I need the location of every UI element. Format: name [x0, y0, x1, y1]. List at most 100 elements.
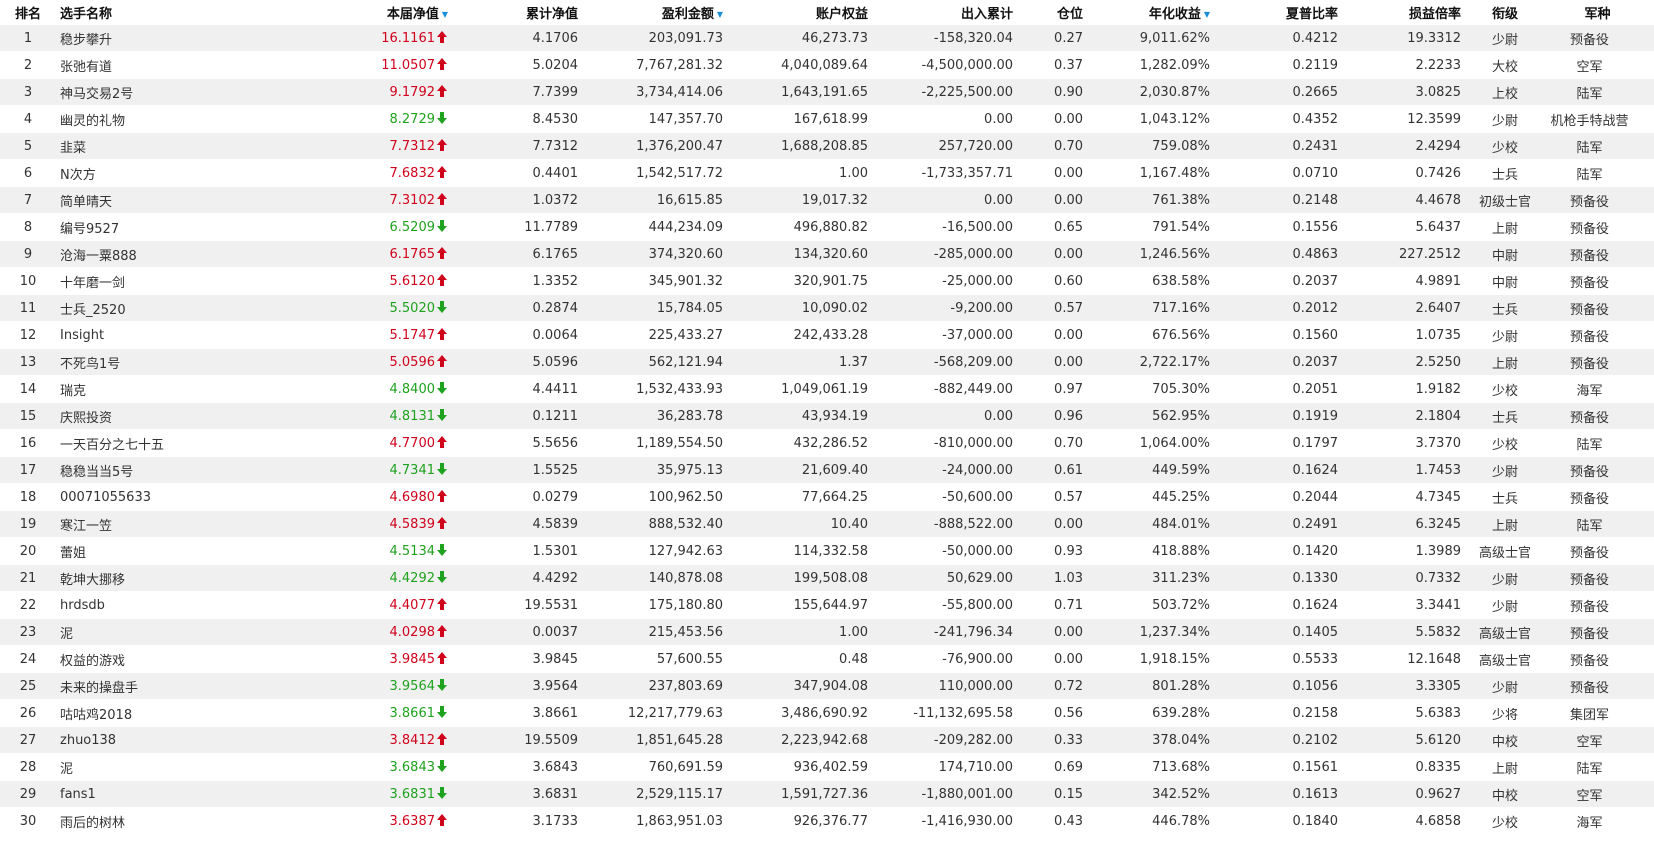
table-row[interactable]: 23 泥 4.0298 0.0037 215,453.56 1.00 -241,796.34…: [0, 618, 1654, 646]
table-row[interactable]: 5 韭菜 7.7312 7.7312 1,376,200.47 1,688,208.85 2…: [0, 132, 1654, 160]
header-annual[interactable]: 年化收益 ▼: [1091, 0, 1218, 25]
profit-cell: 888,532.40: [586, 510, 731, 538]
table-row[interactable]: 3 神马交易2号 9.1792 7.7399 3,734,414.06 1,643,191…: [0, 78, 1654, 106]
table-row[interactable]: 2 张弛有道 11.0507 5.0204 7,767,281.32 4,040,089.…: [0, 51, 1654, 79]
header-profit-label: 盈利金额: [661, 6, 714, 22]
table-row[interactable]: 19 寒江一笠 4.5839 4.5839 888,532.40 10.40 -888,52…: [0, 510, 1654, 538]
table-row[interactable]: 17 稳稳当当5号 4.7341 1.5525 35,975.13 21,609.40 -2…: [0, 456, 1654, 484]
player-name-cell[interactable]: 寒江一笠: [56, 510, 306, 538]
table-row[interactable]: 18 00071055633 4.6980 0.0279 100,962.50 77,66…: [0, 483, 1654, 511]
sharpe-cell: 0.2431: [1218, 132, 1346, 160]
weekly-nav-value: 3.6843: [389, 760, 436, 775]
arrow-up-icon: [435, 517, 448, 532]
sort-desc-icon[interactable]: ▼: [717, 10, 723, 19]
player-name-cell[interactable]: 庆熙投资: [56, 402, 306, 430]
rank-cell: 17: [0, 456, 56, 484]
player-name-cell[interactable]: 蕾姐: [56, 537, 306, 565]
table-row[interactable]: 21 乾坤大挪移 4.4292 4.4292 140,878.08 199,508.08 5…: [0, 564, 1654, 592]
position-cell: 0.00: [1021, 348, 1091, 376]
position-cell: 0.37: [1021, 51, 1091, 79]
annual-return-cell: 1,167.48%: [1091, 159, 1218, 187]
rank-cell: 13: [0, 348, 56, 376]
weekly-nav-cell: 5.0596: [306, 348, 456, 376]
player-name-cell[interactable]: 权益的游戏: [56, 645, 306, 673]
sort-desc-icon[interactable]: ▼: [1204, 10, 1210, 19]
table-row[interactable]: 16 一天百分之七十五 4.7700 5.5656 1,189,554.50 432,28…: [0, 429, 1654, 457]
player-name-cell[interactable]: zhuo138: [56, 726, 306, 754]
player-name-cell[interactable]: 泥: [56, 618, 306, 646]
arrow-up-icon: [435, 58, 448, 73]
annual-return-cell: 1,064.00%: [1091, 429, 1218, 457]
table-row[interactable]: 11 士兵_2520 5.5020 0.2874 15,784.05 10,090.02-…: [0, 294, 1654, 322]
player-name-cell[interactable]: N次方: [56, 159, 306, 187]
cum-nav-cell: 1.0372: [456, 186, 586, 214]
player-name-cell[interactable]: 00071055633: [56, 483, 306, 511]
table-row[interactable]: 20 蕾姐 4.5134 1.5301 127,942.63 114,332.58 -50,…: [0, 537, 1654, 565]
header-rank: 排名: [14, 6, 41, 22]
pl-ratio-cell: 19.3312: [1346, 24, 1469, 52]
profit-cell: 203,091.73: [586, 24, 731, 52]
table-row[interactable]: 24 权益的游戏 3.9845 3.9845 57,600.55 0.48 -76,900.…: [0, 645, 1654, 673]
player-name-cell[interactable]: 咕咕鸡2018: [56, 699, 306, 727]
table-row[interactable]: 15 庆熙投资 4.8131 0.1211 36,283.78 43,934.19 0.00…: [0, 402, 1654, 430]
table-row[interactable]: 27 zhuo138 3.8412 19.5509 1,851,645.28 2,223,…: [0, 726, 1654, 754]
sort-desc-icon[interactable]: ▼: [442, 10, 448, 19]
player-name-cell[interactable]: 韭菜: [56, 132, 306, 160]
player-name-cell[interactable]: 瑞克: [56, 375, 306, 403]
equity-cell: 10,090.02: [731, 294, 876, 322]
player-name-cell[interactable]: 泥: [56, 753, 306, 781]
branch-cell: 预备役: [1541, 537, 1654, 565]
rank-cell: 25: [0, 672, 56, 700]
player-name-cell[interactable]: hrdsdb: [56, 591, 306, 619]
player-name-cell[interactable]: 乾坤大挪移: [56, 564, 306, 592]
profit-cell: 35,975.13: [586, 456, 731, 484]
player-name-cell[interactable]: 稳步攀升: [56, 24, 306, 52]
table-row[interactable]: 4 幽灵的礼物 8.2729 8.4530 147,357.70 167,618.99 0.…: [0, 105, 1654, 133]
table-row[interactable]: 30 雨后的树林 3.6387 3.1733 1,863,951.03 926,376.7…: [0, 807, 1654, 834]
annual-return-cell: 713.68%: [1091, 753, 1218, 781]
table-row[interactable]: 6 N次方 7.6832 0.4401 1,542,517.72 1.00 -1,733,3…: [0, 159, 1654, 187]
table-row[interactable]: 26 咕咕鸡2018 3.8661 3.8661 12,217,779.63 3,486,…: [0, 699, 1654, 727]
table-row[interactable]: 1 稳步攀升 16.1161 4.1706 203,091.73 46,273.73 -15…: [0, 24, 1654, 52]
player-name-cell[interactable]: 不死鸟1号: [56, 348, 306, 376]
rank-title-cell: 少尉: [1469, 564, 1541, 592]
table-row[interactable]: 7 简单晴天 7.3102 1.0372 16,615.85 19,017.32 0.00 0…: [0, 186, 1654, 214]
player-name-cell[interactable]: 沧海一粟888: [56, 240, 306, 268]
table-row[interactable]: 8 编号9527 6.5209 11.7789 444,234.09 496,880.82…: [0, 213, 1654, 241]
header-profit[interactable]: 盈利金额 ▼: [586, 0, 731, 25]
header-equity: 账户权益: [815, 6, 868, 22]
player-name-cell[interactable]: 士兵_2520: [56, 294, 306, 322]
table-row[interactable]: 29 fans1 3.6831 3.6831 2,529,115.17 1,591,727…: [0, 780, 1654, 808]
pl-ratio-cell: 2.5250: [1346, 348, 1469, 376]
player-name-cell[interactable]: 简单晴天: [56, 186, 306, 214]
table-row[interactable]: 10 十年磨一剑 5.6120 1.3352 345,901.32 320,901.75-…: [0, 267, 1654, 295]
profit-cell: 760,691.59: [586, 753, 731, 781]
player-name-cell[interactable]: 稳稳当当5号: [56, 456, 306, 484]
player-name-cell[interactable]: 幽灵的礼物: [56, 105, 306, 133]
sharpe-cell: 0.4863: [1218, 240, 1346, 268]
player-name-cell[interactable]: 十年磨一剑: [56, 267, 306, 295]
io-cell: -158,320.04: [876, 24, 1021, 52]
table-row[interactable]: 12 Insight 5.1747 0.0064 225,433.27 242,433.2…: [0, 321, 1654, 349]
profit-cell: 2,529,115.17: [586, 780, 731, 808]
player-name-cell[interactable]: fans1: [56, 780, 306, 808]
player-name-cell[interactable]: 张弛有道: [56, 51, 306, 79]
player-name-cell[interactable]: Insight: [56, 321, 306, 349]
table-row[interactable]: 22 hrdsdb 4.4077 19.5531 175,180.80 155,644.9…: [0, 591, 1654, 619]
position-cell: 0.00: [1021, 618, 1091, 646]
table-row[interactable]: 14 瑞克 4.8400 4.4411 1,532,433.93 1,049,061.19…: [0, 375, 1654, 403]
table-row[interactable]: 13 不死鸟1号 5.0596 5.0596 562,121.94 1.37 -568,20…: [0, 348, 1654, 376]
sharpe-cell: 0.4352: [1218, 105, 1346, 133]
player-name-cell[interactable]: 雨后的树林: [56, 807, 306, 834]
player-name-cell[interactable]: 编号9527: [56, 213, 306, 241]
header-weekly-nav[interactable]: 本届净值 ▼: [306, 0, 456, 25]
player-name-cell[interactable]: 未来的操盘手: [56, 672, 306, 700]
table-row[interactable]: 9 沧海一粟888 6.1765 6.1765 374,320.60 134,320.60…: [0, 240, 1654, 268]
arrow-down-icon: [435, 112, 448, 127]
player-name-cell[interactable]: 一天百分之七十五: [56, 429, 306, 457]
table-row[interactable]: 28 泥 3.6843 3.6843 760,691.59 936,402.59 174,7…: [0, 753, 1654, 781]
table-row[interactable]: 25 未来的操盘手 3.9564 3.9564 237,803.69 347,904.08…: [0, 672, 1654, 700]
player-name-cell[interactable]: 神马交易2号: [56, 78, 306, 106]
rank-title-cell: 少校: [1469, 429, 1541, 457]
sharpe-cell: 0.2119: [1218, 51, 1346, 79]
